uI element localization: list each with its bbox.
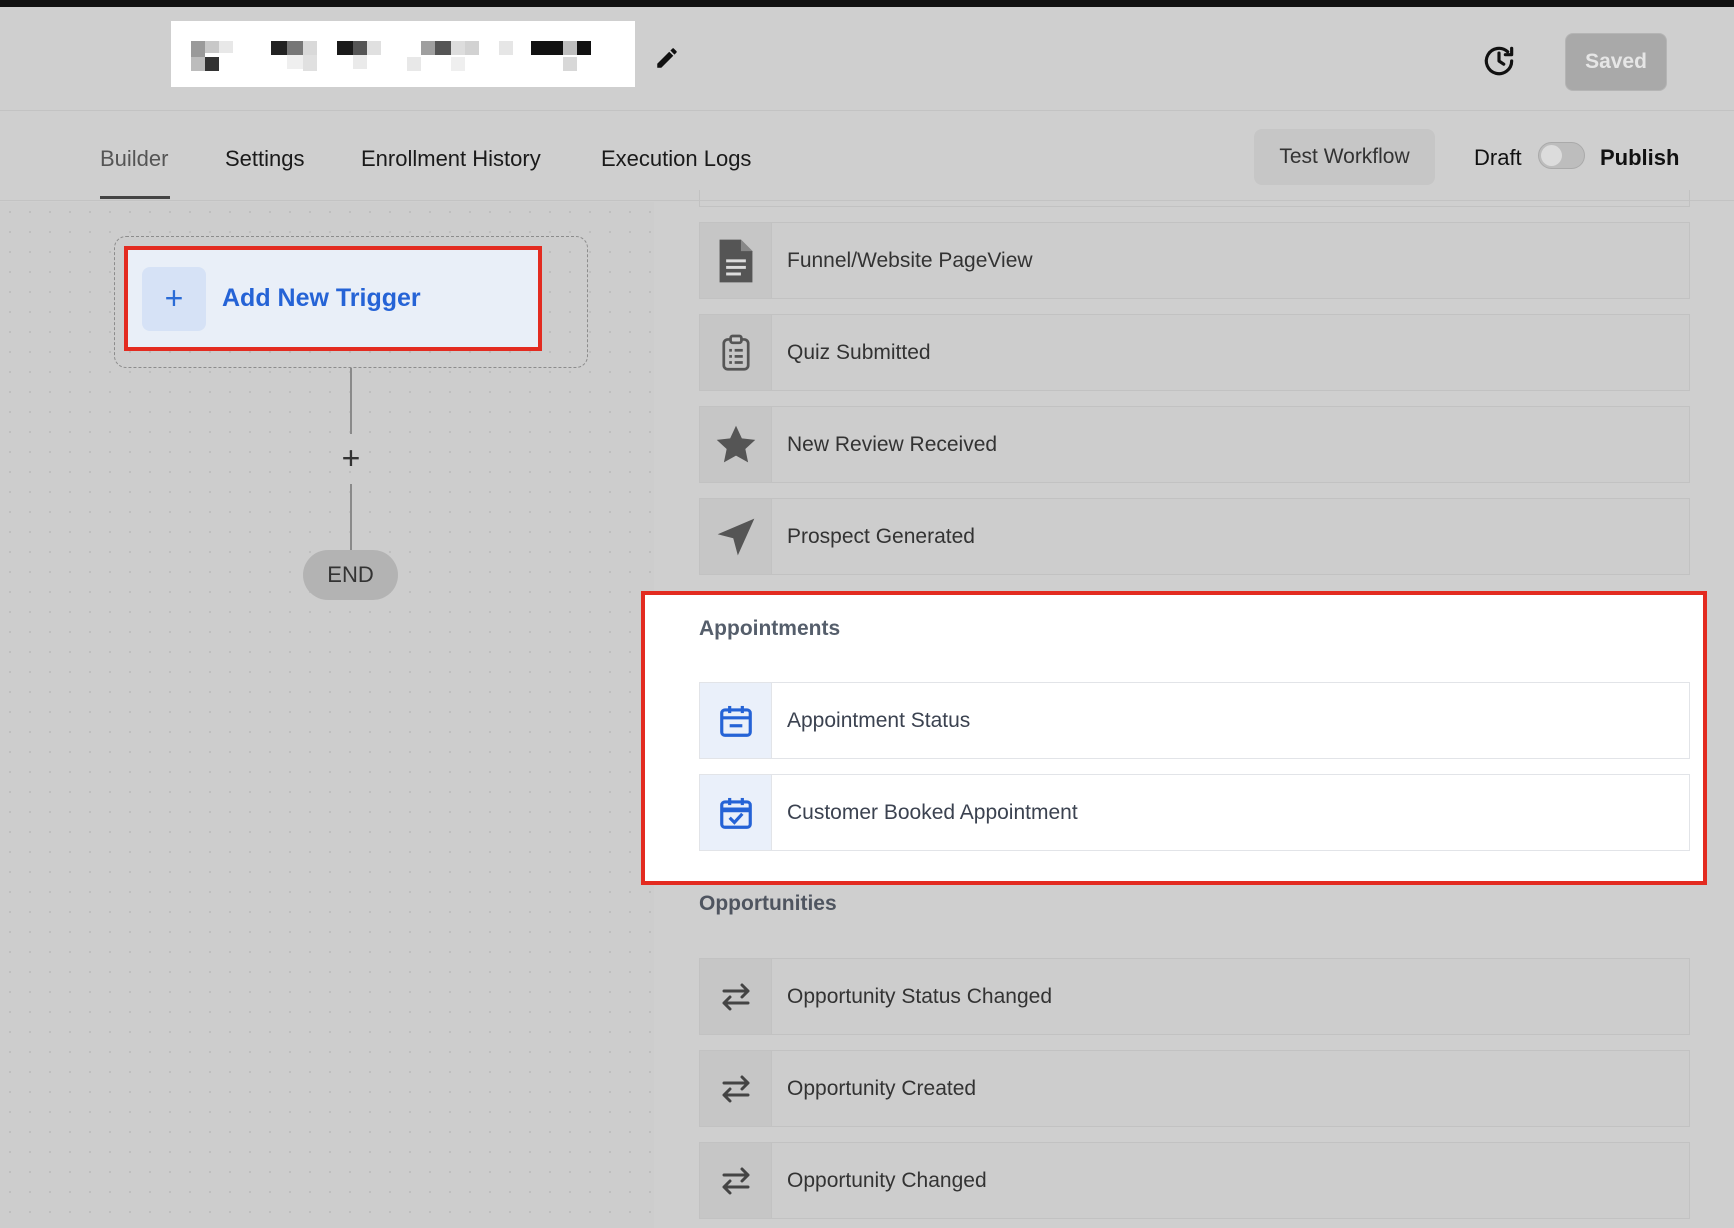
add-action-button[interactable]: + xyxy=(335,440,367,476)
saved-button[interactable]: Saved xyxy=(1565,33,1667,91)
trigger-item-label: Quiz Submitted xyxy=(787,340,931,364)
calendar-icon xyxy=(700,683,772,758)
trigger-item-appointment-status[interactable]: Appointment Status xyxy=(699,682,1690,759)
trigger-item-label: Opportunity Created xyxy=(787,1076,977,1100)
publish-label: Publish xyxy=(1600,145,1680,170)
connector-line xyxy=(350,368,352,434)
history-icon xyxy=(1484,46,1514,76)
workflow-canvas[interactable]: + Add New Trigger + END xyxy=(0,202,654,1228)
tab-builder[interactable]: Builder xyxy=(100,146,168,172)
add-new-trigger-button[interactable]: + Add New Trigger xyxy=(124,246,542,351)
navigation-arrow-icon xyxy=(700,499,772,574)
trigger-item-label: Customer Booked Appointment xyxy=(787,800,1078,824)
end-node: END xyxy=(303,550,398,600)
swap-arrows-icon xyxy=(700,1143,772,1218)
trigger-item-label: Prospect Generated xyxy=(787,524,975,548)
swap-arrows-icon xyxy=(700,959,772,1034)
star-icon xyxy=(700,407,772,482)
appointments-section-title: Appointments xyxy=(699,617,841,640)
version-history-button[interactable] xyxy=(1478,40,1520,82)
connector-line xyxy=(350,484,352,550)
trigger-item-label: New Review Received xyxy=(787,432,998,456)
edit-name-button[interactable] xyxy=(652,43,682,73)
trigger-item-opportunity-created[interactable]: Opportunity Created xyxy=(699,1050,1690,1127)
trigger-item-customer-booked-appointment[interactable]: Customer Booked Appointment xyxy=(699,774,1690,851)
trigger-item-new-review[interactable]: New Review Received xyxy=(699,406,1690,483)
calendar-check-icon xyxy=(700,775,772,850)
clipboard-icon xyxy=(700,315,772,390)
tab-execution-logs[interactable]: Execution Logs xyxy=(601,146,751,172)
trigger-item-label: Opportunity Status Changed xyxy=(787,984,1053,1008)
window-top-border xyxy=(0,0,1734,7)
trigger-item-funnel-pageview[interactable]: Funnel/Website PageView xyxy=(699,222,1690,299)
opportunities-section-title: Opportunities xyxy=(699,892,837,915)
list-item-partial xyxy=(699,190,1690,207)
swap-arrows-icon xyxy=(700,1051,772,1126)
tab-enrollment-history[interactable]: Enrollment History xyxy=(361,146,541,172)
document-icon xyxy=(700,223,772,298)
add-trigger-label: Add New Trigger xyxy=(222,284,421,312)
trigger-item-label: Appointment Status xyxy=(787,708,971,732)
tab-bar: Builder Settings Enrollment History Exec… xyxy=(0,112,1734,201)
trigger-item-prospect-generated[interactable]: Prospect Generated xyxy=(699,498,1690,575)
trigger-item-opportunity-status-changed[interactable]: Opportunity Status Changed xyxy=(699,958,1690,1035)
workflow-header: Saved xyxy=(0,7,1734,111)
publish-toggle[interactable] xyxy=(1538,142,1585,169)
tab-settings[interactable]: Settings xyxy=(225,146,305,172)
pencil-icon xyxy=(657,48,677,68)
plus-icon: + xyxy=(142,266,206,331)
trigger-item-quiz-submitted[interactable]: Quiz Submitted xyxy=(699,314,1690,391)
trigger-list-panel: Funnel/Website PageView Quiz Submitted N… xyxy=(641,190,1734,1228)
active-tab-indicator xyxy=(100,196,170,199)
trigger-item-label: Opportunity Changed xyxy=(787,1168,987,1192)
test-workflow-button[interactable]: Test Workflow xyxy=(1254,129,1435,185)
trigger-item-label: Funnel/Website PageView xyxy=(787,248,1033,272)
workflow-name-redacted[interactable] xyxy=(171,21,635,87)
trigger-item-opportunity-changed[interactable]: Opportunity Changed xyxy=(699,1142,1690,1219)
draft-label: Draft xyxy=(1474,145,1522,170)
toggle-knob xyxy=(1541,145,1562,166)
